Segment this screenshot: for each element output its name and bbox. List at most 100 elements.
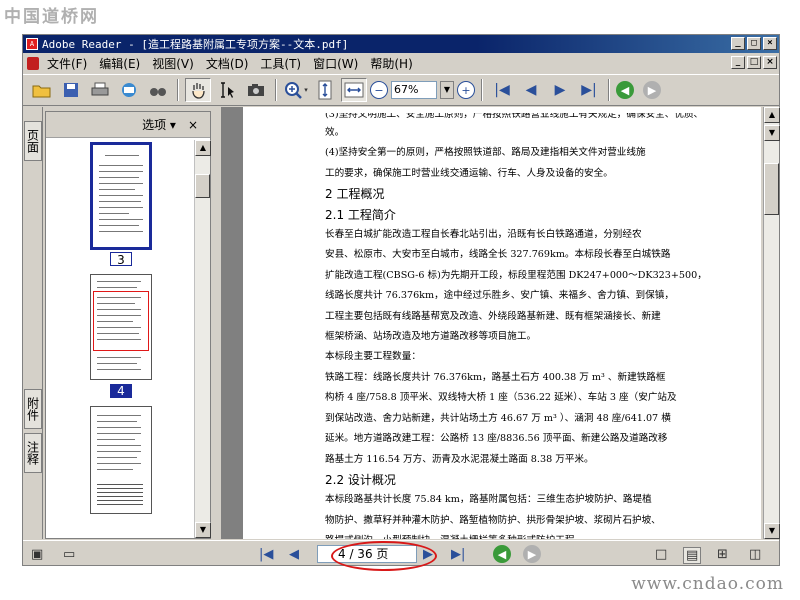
snapshot-camera-icon[interactable] xyxy=(243,78,269,102)
menu-view[interactable]: 视图(V) xyxy=(146,55,200,72)
paragraph-line: 工程主要包括既有线路基帮宽及改造、外绕段路基新建、既有框架涵接长、新建 xyxy=(325,310,661,322)
paragraph-line: 铁路工程：线路长度共计 76.376km，路基土石方 400.38 万 m³ 、… xyxy=(325,371,666,383)
select-text-icon[interactable] xyxy=(214,78,240,102)
menu-tools[interactable]: 工具(T) xyxy=(254,55,307,72)
maximize-button[interactable]: □ xyxy=(747,37,761,50)
menu-bar: 文件(F) 编辑(E) 视图(V) 文档(D) 工具(T) 窗口(W) 帮助(H… xyxy=(23,53,779,73)
actual-size-icon[interactable] xyxy=(312,78,338,102)
email-icon[interactable] xyxy=(116,78,142,102)
page-thumbnail-3[interactable] xyxy=(90,142,152,250)
document-icon[interactable] xyxy=(27,56,39,70)
panel-scroll-up-icon[interactable]: ▲ xyxy=(195,140,211,156)
paragraph-line: 工的要求，确保施工时营业线交通运输、行车、人身及设备的安全。 xyxy=(325,167,613,179)
panel-scroll-down-icon[interactable]: ▼ xyxy=(195,522,211,538)
fit-width-icon[interactable] xyxy=(341,78,367,102)
zoom-level-input[interactable]: 67% xyxy=(391,81,437,99)
highlight-circle xyxy=(331,541,437,571)
pages-panel: 选项 ▾ × 3 4 ▲ ▼ xyxy=(45,111,211,539)
thumbnail-label-3: 3 xyxy=(110,252,132,267)
thumbnail-table xyxy=(97,481,143,505)
go-forward-icon[interactable]: ▶ xyxy=(523,545,541,563)
tab-pages[interactable]: 页面 xyxy=(24,121,42,161)
menu-edit[interactable]: 编辑(E) xyxy=(93,55,146,72)
tab-attachments[interactable]: 附件 xyxy=(24,389,42,429)
paragraph-line: 到保站改造、舍力站新建，共计站场土方 46.67 万 m³ ）、涵洞 48 座/… xyxy=(325,412,671,424)
zoom-tool-icon[interactable]: ▾ xyxy=(283,78,309,102)
go-back-icon[interactable]: ◀ xyxy=(616,81,634,99)
continuous-facing-icon[interactable]: ◫ xyxy=(749,547,761,562)
previous-page-icon[interactable]: ◀ xyxy=(289,547,299,562)
scroll-up-icon[interactable]: ▲ xyxy=(764,107,780,123)
previous-page-icon[interactable]: ◀ xyxy=(518,78,544,102)
hand-tool-icon[interactable] xyxy=(185,78,211,102)
paragraph-line: 构桥 4 座/758.8 顶平米、双线特大桥 1 座（536.22 延米）、车站… xyxy=(325,392,677,404)
watermark-bottom: www.cndao.com xyxy=(631,574,784,594)
scroll-down-icon[interactable]: ▼ xyxy=(764,523,780,539)
continuous-page-icon[interactable]: ▤ xyxy=(683,547,702,564)
minimize-button[interactable]: _ xyxy=(731,37,745,50)
page-thumbnail-4[interactable] xyxy=(90,274,152,380)
menu-document[interactable]: 文档(D) xyxy=(200,55,255,72)
toolbar-separator xyxy=(275,79,277,101)
panel-header: 选项 ▾ × xyxy=(46,112,210,138)
pdf-page[interactable]: (3)坚持文明施工、安全施工原则，严格按照铁路营业线施工有关规定，确保安全、优质… xyxy=(243,107,761,539)
toolbar-separator xyxy=(177,79,179,101)
paragraph-line: 框架桥涵、站场改造及地方道路改移等项目施工。 xyxy=(325,331,537,343)
menu-file[interactable]: 文件(F) xyxy=(41,55,93,72)
scroll-thumb[interactable] xyxy=(764,163,779,215)
facing-pages-icon[interactable]: ⊞ xyxy=(717,547,728,562)
save-icon[interactable] xyxy=(58,78,84,102)
tab-comments[interactable]: 注释 xyxy=(24,433,42,473)
doc-minimize-button[interactable]: _ xyxy=(731,56,745,69)
status-options-icon[interactable]: ▭ xyxy=(63,547,75,562)
pdf-app-icon: A xyxy=(26,38,38,50)
single-page-icon[interactable]: □ xyxy=(655,547,667,562)
section-heading: 2.2 设计概况 xyxy=(325,472,396,487)
zoom-in-button[interactable]: + xyxy=(457,81,475,99)
last-page-icon[interactable]: ▶| xyxy=(576,78,602,102)
paragraph-line: 物防护、撒草籽并种灌木防护、路堑植物防护、拱形骨架护坡、浆砌片石护坡、 xyxy=(325,514,661,526)
view-toggle-icon[interactable]: ▣ xyxy=(31,547,43,562)
go-forward-icon[interactable]: ▶ xyxy=(643,81,661,99)
options-menu[interactable]: 选项 ▾ xyxy=(142,116,176,133)
search-binoculars-icon[interactable] xyxy=(145,78,171,102)
page-text: (3)坚持文明施工、安全施工原则，严格按照铁路营业线施工有关规定，确保安全、优质… xyxy=(325,113,707,539)
first-page-icon[interactable]: |◀ xyxy=(259,547,273,562)
paragraph-line: 扩能改造工程(CBSG-6 标)为先期开工段，标段里程范围 DK247+000～… xyxy=(325,269,707,281)
watermark-top: 中国道桥网 xyxy=(4,7,99,27)
close-button[interactable]: × xyxy=(763,37,777,50)
zoom-out-button[interactable]: − xyxy=(370,81,388,99)
paragraph-line: (3)坚持文明施工、安全施工原则，严格按照铁路营业线施工有关规定，确保安全、优质… xyxy=(325,113,697,120)
next-page-icon[interactable]: ▶ xyxy=(423,547,433,562)
paragraph-line: 安县、松原市、大安市至白城市，线路全长 327.769km。本标段长春至白城铁路 xyxy=(325,249,671,261)
toolbar-separator xyxy=(608,79,610,101)
zoom-dropdown-arrow[interactable]: ▼ xyxy=(440,81,454,99)
panel-scrollbar[interactable]: ▲ ▼ xyxy=(194,140,211,538)
first-page-icon[interactable]: |◀ xyxy=(489,78,515,102)
doc-close-button[interactable]: × xyxy=(763,56,777,69)
toolbar-separator xyxy=(481,79,483,101)
paragraph-line: 路基土方 116.54 万方、沥青及水泥混凝土路面 8.38 万平米。 xyxy=(325,453,594,465)
last-page-icon[interactable]: ▶| xyxy=(451,547,465,562)
window-title: Adobe Reader - [造工程路基附属工专项方案--文本.pdf] xyxy=(42,38,349,51)
menu-help[interactable]: 帮助(H) xyxy=(364,55,418,72)
next-page-icon[interactable]: ▶ xyxy=(547,78,573,102)
document-scrollbar[interactable]: ▲ ▼ ▼ xyxy=(763,107,780,539)
doc-restore-button[interactable]: □ xyxy=(747,56,761,69)
status-bar: ▣ ▭ |◀ ◀ 4 / 36 页 ▶ ▶| ◀ ▶ □ ▤ ⊞ ◫ xyxy=(23,540,779,571)
page-thumbnail-5[interactable] xyxy=(90,406,152,514)
menu-window[interactable]: 窗口(W) xyxy=(307,55,364,72)
adobe-reader-window: A Adobe Reader - [造工程路基附属工专项方案--文本.pdf] … xyxy=(22,34,780,571)
panel-scroll-thumb[interactable] xyxy=(195,174,210,198)
paragraph-line: 本标段主要工程数量： xyxy=(325,351,421,363)
toolbar: ▾ − 67% ▼ + |◀ ◀ ▶ ▶| ◀ ▶ xyxy=(23,74,779,106)
go-back-icon[interactable]: ◀ xyxy=(493,545,511,563)
paragraph-line: 本标段路基共计长度 75.84 km，路基附属包括：三维生态护坡防护、路堤植 xyxy=(325,494,652,506)
thumbnail-label-4: 4 xyxy=(110,384,132,398)
paragraph-line: 线路长度共计 76.376km，途中经过乐胜乡、安广镇、来福乡、舍力镇、到保镇， xyxy=(325,290,674,302)
thumbnail-list: 3 4 xyxy=(46,140,194,538)
print-icon[interactable] xyxy=(87,78,113,102)
split-view-handle[interactable]: ▼ xyxy=(764,125,780,141)
panel-close-button[interactable]: × xyxy=(188,118,198,132)
open-folder-icon[interactable] xyxy=(29,78,55,102)
